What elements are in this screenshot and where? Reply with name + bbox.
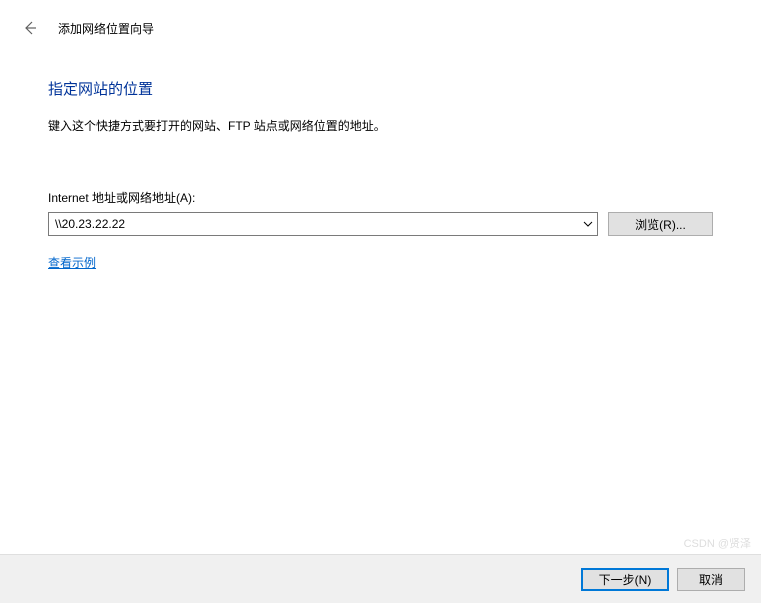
address-dropdown-button[interactable] bbox=[579, 213, 597, 235]
address-combo[interactable] bbox=[48, 212, 598, 236]
next-button[interactable]: 下一步(N) bbox=[581, 568, 669, 591]
view-example-link[interactable]: 查看示例 bbox=[48, 256, 96, 270]
cancel-button[interactable]: 取消 bbox=[677, 568, 745, 591]
window-title: 添加网络位置向导 bbox=[58, 20, 154, 37]
browse-button[interactable]: 浏览(R)... bbox=[608, 212, 713, 236]
page-description: 键入这个快捷方式要打开的网站、FTP 站点或网络位置的地址。 bbox=[48, 117, 713, 134]
back-button[interactable] bbox=[20, 18, 40, 38]
chevron-down-icon bbox=[583, 221, 593, 227]
arrow-left-icon bbox=[22, 20, 38, 36]
address-input[interactable] bbox=[49, 213, 579, 235]
watermark: CSDN @贤泽 bbox=[684, 535, 751, 551]
address-label: Internet 地址或网络地址(A): bbox=[48, 189, 713, 206]
footer-bar: 下一步(N) 取消 bbox=[0, 554, 761, 603]
page-heading: 指定网站的位置 bbox=[48, 78, 713, 99]
